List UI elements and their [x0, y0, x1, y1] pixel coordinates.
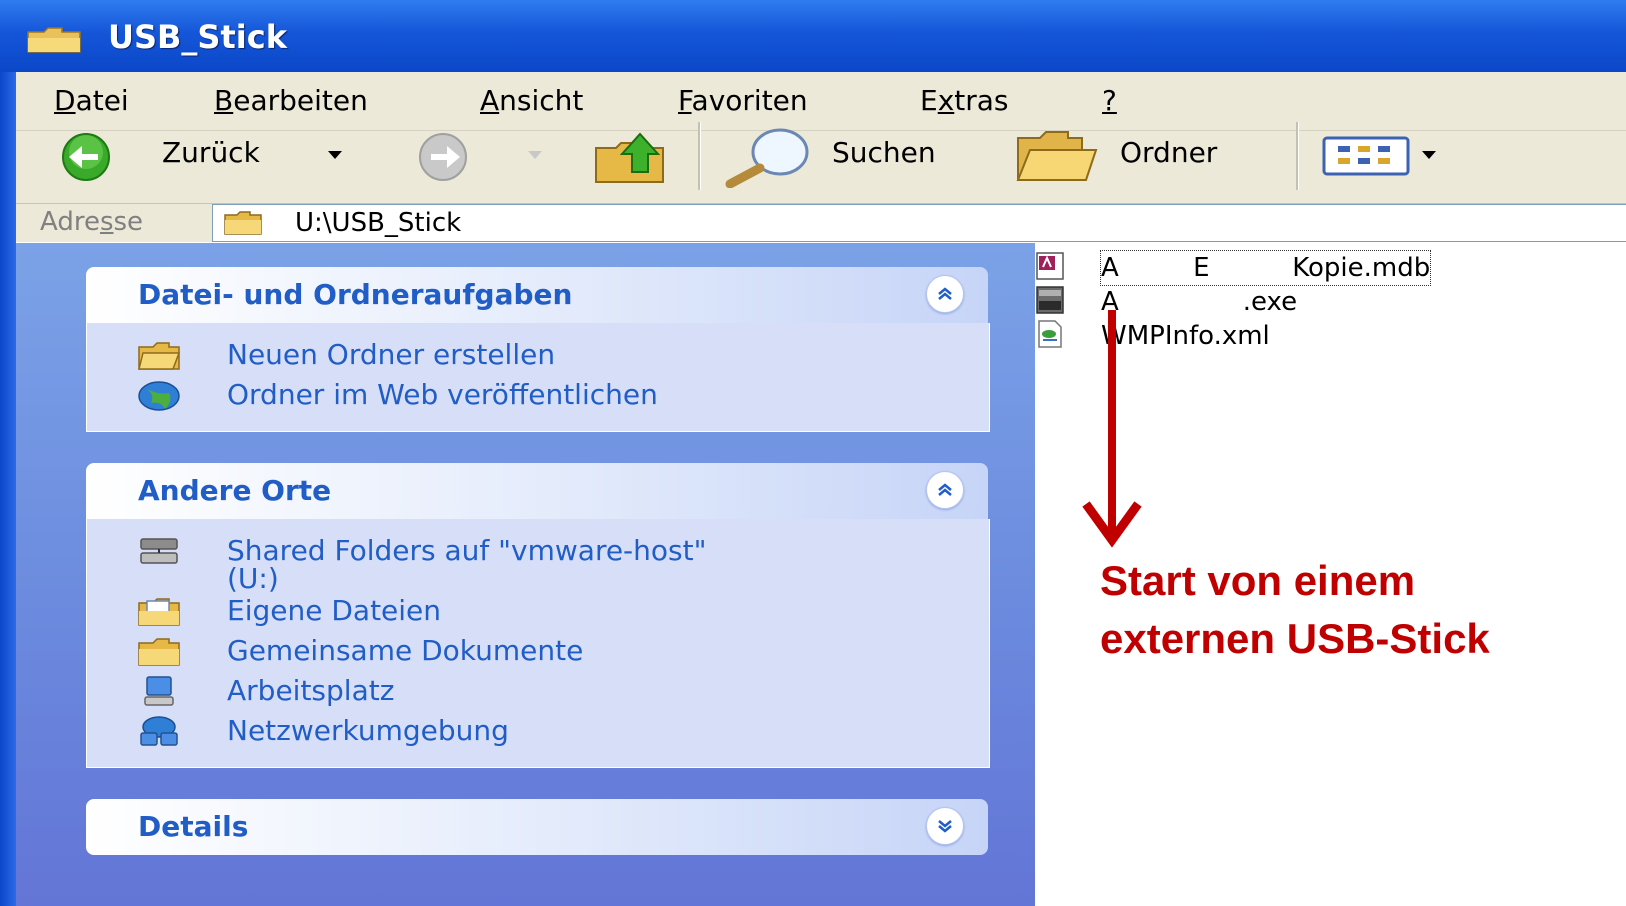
- panel-details-header[interactable]: Details: [86, 799, 988, 855]
- views-button[interactable]: [1320, 134, 1450, 178]
- shared-documents-icon: [138, 638, 180, 666]
- chevron-up-icon[interactable]: [926, 275, 964, 313]
- forward-dropdown-icon[interactable]: [524, 146, 546, 162]
- address-value: U:\USB_Stick: [295, 208, 462, 238]
- task-pane: Datei- und Ordneraufgaben Neuen Ordner e…: [16, 243, 1035, 906]
- panel-file-folder-tasks-header[interactable]: Datei- und Ordneraufgaben: [86, 267, 988, 323]
- chevron-down-icon[interactable]: [926, 807, 964, 845]
- folder-icon: [27, 27, 81, 53]
- menu-help[interactable]: ?: [1102, 72, 1117, 130]
- back-label[interactable]: Zurück: [162, 136, 260, 169]
- window-frame-left: [0, 72, 16, 906]
- views-dropdown-icon: [1422, 151, 1436, 159]
- network-places-icon: [140, 716, 178, 746]
- annotation-line-1: Start von einem: [1100, 557, 1416, 604]
- exe-icon: [1036, 286, 1064, 314]
- address-input[interactable]: U:\USB_Stick: [212, 204, 1626, 242]
- annotation-text: Start von einem externen USB-Stick: [1100, 552, 1490, 668]
- annotation-arrow: [1082, 310, 1142, 548]
- menu-extras[interactable]: Extras: [920, 72, 1009, 130]
- web-publish-icon: [138, 381, 180, 411]
- folders-button[interactable]: Ordner: [1120, 136, 1217, 169]
- new-folder-icon: [138, 342, 181, 370]
- toolbar-separator: [698, 122, 700, 190]
- panel-other-places-header[interactable]: Andere Orte: [86, 463, 988, 519]
- panel-title: Andere Orte: [138, 474, 332, 507]
- back-dropdown-icon[interactable]: [324, 146, 346, 162]
- xml-file-icon: [1038, 320, 1062, 348]
- network-drive-icon: [140, 538, 178, 564]
- back-button[interactable]: [54, 132, 144, 182]
- folders-icon[interactable]: [1014, 128, 1106, 184]
- chevron-up-icon[interactable]: [926, 471, 964, 509]
- panel-title: Datei- und Ordneraufgaben: [138, 278, 573, 311]
- my-computer-icon: [144, 676, 174, 706]
- panel-other-places-body: Shared Folders auf "vmware-host" (U:) Ei…: [86, 519, 990, 768]
- annotation-line-2: externen USB-Stick: [1100, 615, 1490, 662]
- my-documents-icon: [138, 598, 180, 626]
- window-title: USB_Stick: [108, 18, 287, 56]
- menu-datei[interactable]: Datei: [54, 72, 129, 130]
- menu-ansicht[interactable]: Ansicht: [480, 72, 583, 130]
- search-icon[interactable]: [722, 126, 816, 188]
- title-bar[interactable]: USB_Stick: [0, 0, 1626, 72]
- panel-title: Details: [138, 810, 249, 843]
- address-bar: Adresse U:\USB_Stick: [16, 204, 1626, 242]
- toolbar-separator: [1296, 122, 1298, 190]
- menu-bearbeiten[interactable]: Bearbeiten: [214, 72, 368, 130]
- search-button[interactable]: Suchen: [832, 136, 936, 169]
- address-label: Adresse: [40, 207, 144, 237]
- access-db-icon: [1036, 252, 1064, 280]
- menu-bar: Datei Bearbeiten Ansicht Favoriten Extra…: [16, 72, 1626, 131]
- panel-file-folder-tasks-body: Neuen Ordner erstellen Ordner im Web ver…: [86, 323, 990, 432]
- forward-button[interactable]: [398, 132, 488, 182]
- up-folder-button[interactable]: [592, 128, 668, 186]
- folder-icon: [224, 211, 262, 235]
